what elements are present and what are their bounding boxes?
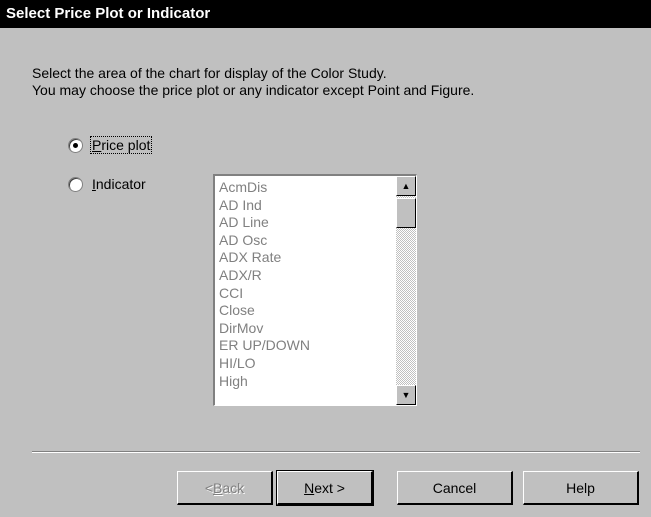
indicator-listbox[interactable]: AcmDis AD Ind AD Line AD Osc ADX Rate ADX/R CC… [213,174,417,406]
listbox-scrollbar[interactable]: ▲ ▼ [396,176,416,405]
indicator-list-item[interactable]: AD Ind [219,197,310,215]
price-plot-label[interactable]: Price plot [89,136,153,154]
cancel-button[interactable]: Cancel [397,471,513,505]
instructions: Select the area of the chart for display… [32,65,474,99]
dialog-window: Select Price Plot or Indicator Select th… [0,0,651,517]
indicator-radio-button[interactable] [68,176,83,192]
indicator-list-item[interactable]: AcmDis [219,179,310,197]
instruction-line-1: Select the area of the chart for display… [32,65,387,81]
separator [32,451,640,453]
price-plot-radio-button[interactable] [68,137,83,153]
indicator-list-item[interactable]: Close [219,302,310,320]
indicator-list-item[interactable]: ADX/R [219,267,310,285]
indicator-list-item[interactable]: HI/LO [219,355,310,373]
indicator-radio[interactable]: Indicator [68,176,147,192]
scroll-up-button[interactable]: ▲ [396,176,416,196]
indicator-list-items: AcmDis AD Ind AD Line AD Osc ADX Rate ADX/R CC… [219,179,310,390]
back-button[interactable]: < Back [177,471,273,505]
indicator-list-item[interactable]: ER UP/DOWN [219,337,310,355]
down-arrow-icon: ▼ [401,390,411,400]
scroll-thumb[interactable] [396,198,416,228]
indicator-label[interactable]: Indicator [91,176,147,192]
scroll-down-button[interactable]: ▼ [396,385,416,405]
window-title: Select Price Plot or Indicator [0,0,651,28]
next-button[interactable]: Next > [276,470,374,506]
indicator-list-item[interactable]: DirMov [219,320,310,338]
up-arrow-icon: ▲ [401,181,411,191]
price-plot-radio[interactable]: Price plot [68,136,153,154]
indicator-list-item[interactable]: High [219,373,310,391]
indicator-list-item[interactable]: AD Osc [219,232,310,250]
indicator-list-item[interactable]: AD Line [219,214,310,232]
help-button[interactable]: Help [523,471,639,505]
indicator-list-item[interactable]: CCI [219,285,310,303]
indicator-list-item[interactable]: ADX Rate [219,249,310,267]
instruction-line-2: You may choose the price plot or any ind… [32,82,475,98]
